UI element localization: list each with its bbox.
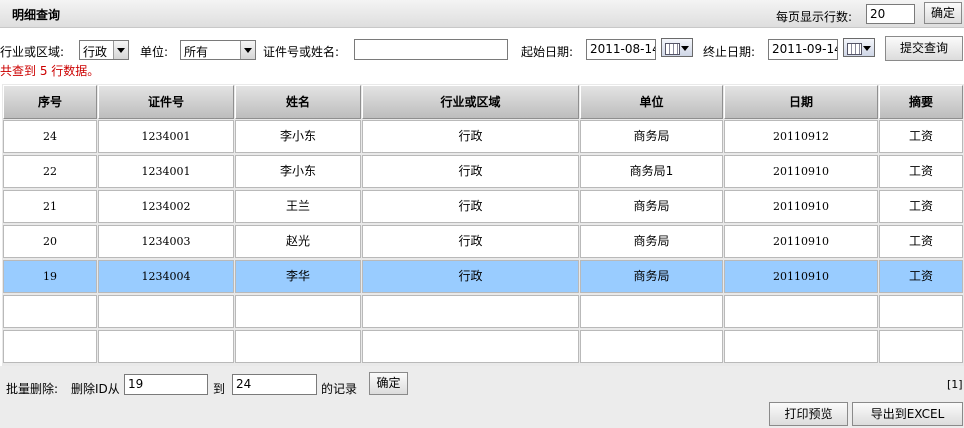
cell-id-number: 1234001 (98, 120, 234, 153)
calendar-icon (847, 43, 862, 55)
industry-label: 行业或区域: (0, 45, 65, 59)
title-bar: 明细查询 每页显示行数: 20 确定 (0, 0, 964, 28)
cell-id-number: 1234002 (98, 190, 234, 223)
batch-delete-from-label: 删除ID从 (71, 382, 120, 396)
column-header-industry[interactable]: 行业或区域 (362, 85, 579, 119)
result-summary: 共查到 5 行数据。 (0, 64, 100, 78)
start-date-label: 起始日期: (521, 45, 574, 59)
cell-name: 王兰 (235, 190, 361, 223)
unit-label: 单位: (140, 45, 169, 59)
empty-cell (362, 330, 579, 363)
cell-summary: 工资 (879, 155, 963, 188)
cell-industry: 行政 (362, 155, 579, 188)
column-header-name[interactable]: 姓名 (235, 85, 361, 119)
cell-summary: 工资 (879, 225, 963, 258)
cell-id-number: 1234001 (98, 155, 234, 188)
cell-name: 李小东 (235, 120, 361, 153)
unit-select-value: 所有 (184, 45, 209, 59)
cell-name: 李小东 (235, 155, 361, 188)
footer-bar: 批量删除: 删除ID从 19 到 24 的记录 确定 [1] 打印预览 导出到E… (0, 366, 964, 428)
chevron-down-icon (681, 46, 689, 51)
empty-cell (98, 330, 234, 363)
end-date-input[interactable]: 2011-09-14 (768, 39, 838, 60)
calendar-icon (665, 43, 680, 55)
pager-link[interactable]: [1] (947, 378, 963, 391)
chevron-down-icon (113, 41, 128, 59)
cell-seq: 20 (3, 225, 97, 258)
cell-date: 20110910 (724, 155, 878, 188)
empty-cell (879, 295, 963, 328)
cell-date: 20110910 (724, 190, 878, 223)
cell-summary: 工资 (879, 260, 963, 293)
cell-unit: 商务局 (580, 120, 723, 153)
cell-industry: 行政 (362, 120, 579, 153)
results-table: 序号 证件号 姓名 行业或区域 单位 日期 摘要 24 1234001 李小东 … (2, 84, 964, 366)
rows-per-page-confirm-button[interactable]: 确定 (924, 2, 962, 24)
cell-industry: 行政 (362, 190, 579, 223)
empty-cell (724, 295, 878, 328)
cell-date: 20110910 (724, 225, 878, 258)
end-date-calendar-button[interactable] (843, 38, 875, 57)
column-header-unit[interactable]: 单位 (580, 85, 723, 119)
cell-industry: 行政 (362, 225, 579, 258)
batch-delete-confirm-button[interactable]: 确定 (369, 372, 408, 395)
start-date-calendar-button[interactable] (661, 38, 693, 57)
delete-from-id-input[interactable]: 19 (124, 374, 208, 395)
batch-delete-suffix-label: 的记录 (321, 382, 358, 396)
print-preview-button[interactable]: 打印预览 (769, 402, 848, 426)
unit-select[interactable]: 所有 (180, 40, 256, 60)
cell-unit: 商务局1 (580, 155, 723, 188)
empty-cell (580, 330, 723, 363)
empty-cell (3, 330, 97, 363)
cell-name: 李华 (235, 260, 361, 293)
cell-name: 赵光 (235, 225, 361, 258)
id-name-input[interactable] (354, 39, 508, 60)
cell-industry: 行政 (362, 260, 579, 293)
id-name-label: 证件号或姓名: (263, 45, 340, 59)
rows-per-page-input[interactable]: 20 (866, 4, 915, 24)
cell-seq: 24 (3, 120, 97, 153)
cell-unit: 商务局 (580, 225, 723, 258)
empty-cell (362, 295, 579, 328)
chevron-down-icon (863, 46, 871, 51)
start-date-input[interactable]: 2011-08-14 (586, 39, 656, 60)
column-header-id-number[interactable]: 证件号 (98, 85, 234, 119)
cell-summary: 工资 (879, 190, 963, 223)
cell-unit: 商务局 (580, 260, 723, 293)
cell-unit: 商务局 (580, 190, 723, 223)
empty-cell (235, 330, 361, 363)
cell-seq: 22 (3, 155, 97, 188)
column-header-date[interactable]: 日期 (724, 85, 878, 119)
submit-query-button[interactable]: 提交查询 (885, 36, 963, 61)
empty-cell (98, 295, 234, 328)
batch-delete-to-label: 到 (213, 382, 226, 396)
industry-select[interactable]: 行政 (79, 40, 129, 60)
empty-cell (724, 330, 878, 363)
empty-cell (235, 295, 361, 328)
empty-cell (879, 330, 963, 363)
cell-seq: 21 (3, 190, 97, 223)
column-header-seq[interactable]: 序号 (3, 85, 97, 119)
page-title: 明细查询 (12, 8, 61, 22)
rows-per-page-label: 每页显示行数: (776, 10, 853, 24)
industry-select-value: 行政 (83, 45, 108, 59)
cell-date: 20110910 (724, 260, 878, 293)
delete-to-id-input[interactable]: 24 (232, 374, 317, 395)
batch-delete-label: 批量删除: (6, 382, 59, 396)
export-excel-button[interactable]: 导出到EXCEL (852, 402, 963, 426)
chevron-down-icon (240, 41, 255, 59)
cell-seq: 19 (3, 260, 97, 293)
cell-date: 20110912 (724, 120, 878, 153)
empty-cell (580, 295, 723, 328)
cell-id-number: 1234004 (98, 260, 234, 293)
empty-cell (3, 295, 97, 328)
cell-summary: 工资 (879, 120, 963, 153)
column-header-summary[interactable]: 摘要 (879, 85, 963, 119)
end-date-label: 终止日期: (703, 45, 756, 59)
cell-id-number: 1234003 (98, 225, 234, 258)
